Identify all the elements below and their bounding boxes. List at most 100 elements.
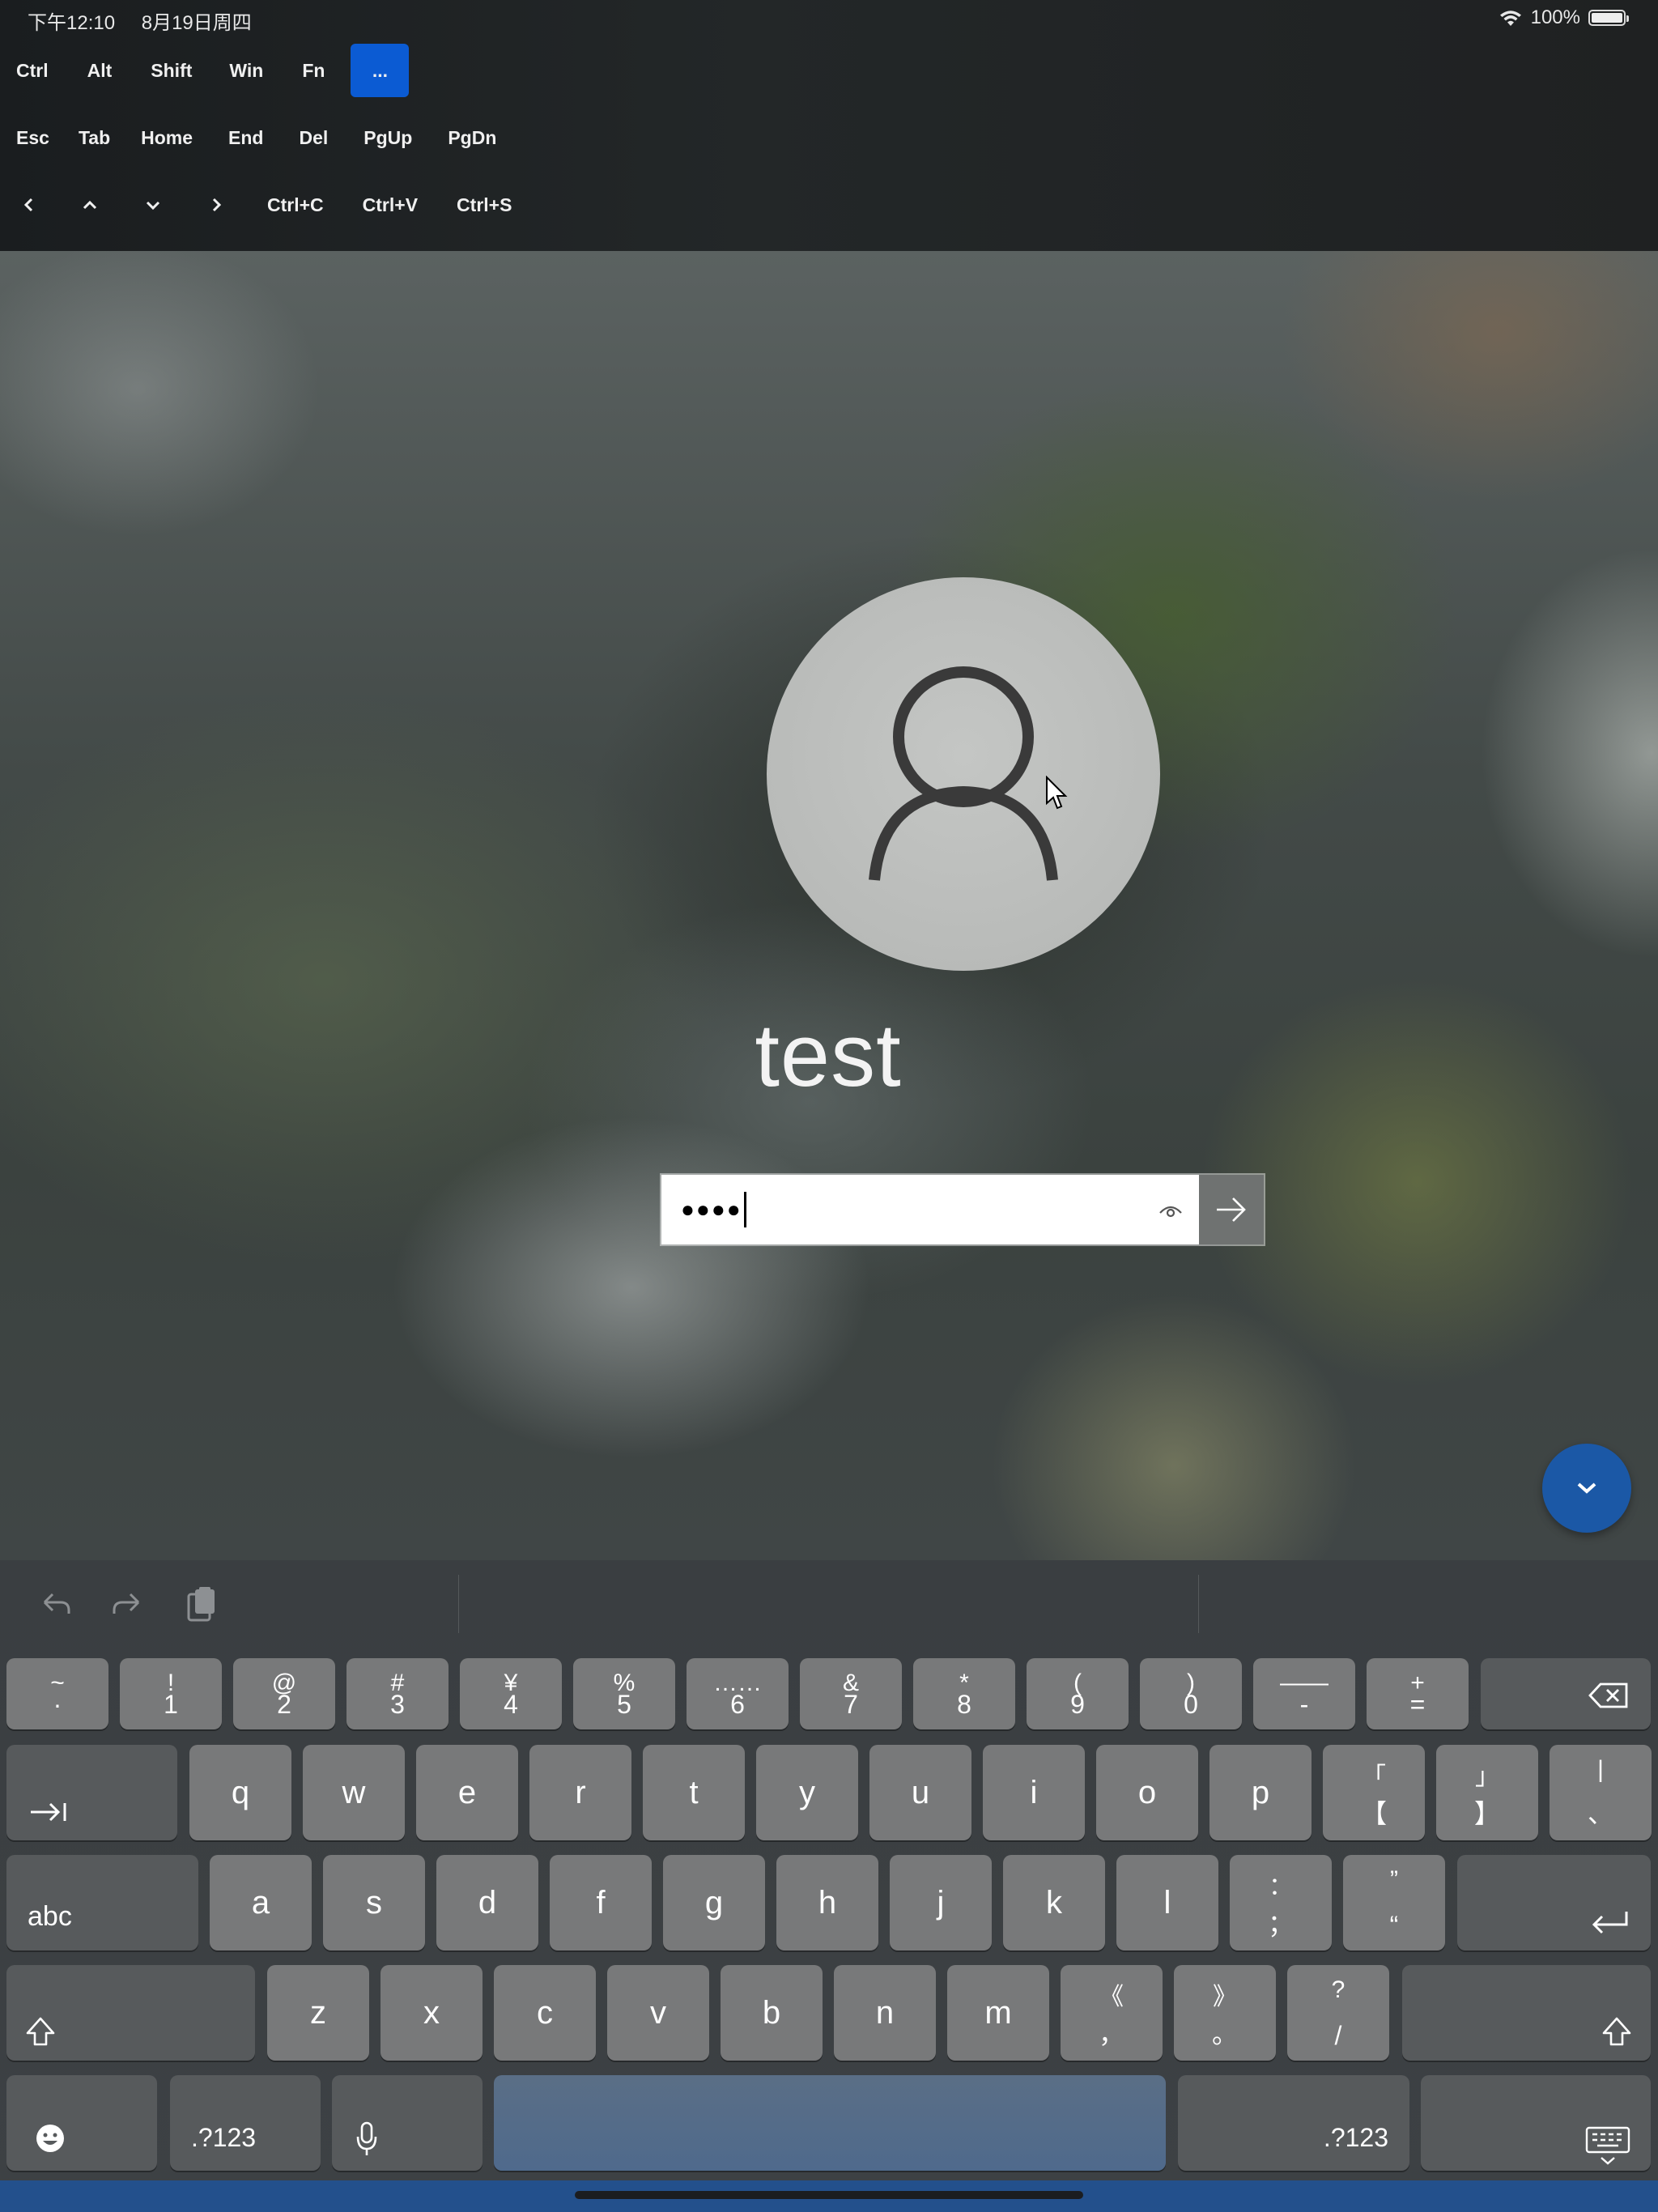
letter-key-e[interactable]: e: [416, 1745, 518, 1840]
letter-key-l[interactable]: l: [1116, 1855, 1218, 1950]
symbol-key[interactable]: 》。: [1174, 1965, 1276, 2061]
symbol-key[interactable]: ? /: [1287, 1965, 1389, 2061]
letter-key-q[interactable]: q: [189, 1745, 291, 1840]
backspace-key[interactable]: [1481, 1658, 1651, 1729]
letter-key-k[interactable]: k: [1003, 1855, 1105, 1950]
onscreen-keyboard: abc .?123 .?123 ~ · ! 1 @ 2 # 3 ¥ 4 % 5 …: [0, 1560, 1658, 2212]
up-arrow-icon[interactable]: [58, 178, 121, 232]
letter-key-w[interactable]: w: [303, 1745, 405, 1840]
shift-icon: [26, 2017, 55, 2046]
password-mask: ●●●●: [681, 1197, 742, 1222]
mouse-pointer-icon: [1046, 776, 1068, 810]
letter-key-z[interactable]: z: [267, 1965, 369, 2061]
letter-key-s[interactable]: s: [323, 1855, 425, 1950]
ctrl-key[interactable]: Ctrl: [0, 44, 65, 97]
password-field[interactable]: ●●●●: [661, 1175, 1199, 1244]
emoji-icon: [36, 2125, 64, 2152]
end-key[interactable]: End: [210, 111, 281, 164]
letter-key-c[interactable]: c: [494, 1965, 596, 2061]
ctrl-c-shortcut[interactable]: Ctrl+C: [248, 178, 343, 232]
key-label: y: [799, 1774, 815, 1810]
ctrl-s-shortcut[interactable]: Ctrl+S: [437, 178, 531, 232]
fn-key[interactable]: Fn: [284, 44, 342, 97]
more-keys-button[interactable]: ...: [351, 44, 410, 97]
space-bar[interactable]: [494, 2075, 1166, 2171]
number-key[interactable]: …… 6: [687, 1658, 789, 1729]
number-key[interactable]: —— -: [1253, 1658, 1355, 1729]
letter-key-r[interactable]: r: [529, 1745, 631, 1840]
key-secondary-label: ：: [1269, 1874, 1293, 1900]
number-key[interactable]: @2: [233, 1658, 335, 1729]
letter-key-j[interactable]: j: [890, 1855, 992, 1950]
letter-key-h[interactable]: h: [776, 1855, 878, 1950]
symbol-key[interactable]: ” “: [1343, 1855, 1445, 1950]
emoji-key[interactable]: [6, 2075, 157, 2171]
toolbar-divider: [458, 1575, 459, 1633]
numbers-key-left[interactable]: .?123: [170, 2075, 321, 2171]
symbol-key[interactable]: ：；: [1230, 1855, 1332, 1950]
letter-key-n[interactable]: n: [834, 1965, 936, 2061]
return-key[interactable]: [1457, 1855, 1651, 1950]
shift-right-key[interactable]: [1402, 1965, 1651, 2061]
undo-icon[interactable]: [36, 1585, 75, 1623]
number-key[interactable]: ¥4: [460, 1658, 562, 1729]
number-key[interactable]: #3: [346, 1658, 449, 1729]
shift-icon: [1602, 2017, 1631, 2046]
submit-button[interactable]: [1199, 1175, 1264, 1244]
toolbar-row-modifiers: Ctrl Alt Shift Win Fn ...: [0, 42, 410, 99]
clipboard-icon[interactable]: [182, 1585, 221, 1623]
pgdn-key[interactable]: PgDn: [430, 111, 514, 164]
abc-key[interactable]: abc: [6, 1855, 198, 1950]
hide-toolbar-button[interactable]: [1542, 1444, 1631, 1533]
dictation-key[interactable]: [332, 2075, 483, 2171]
letter-key-o[interactable]: o: [1096, 1745, 1198, 1840]
dismiss-keyboard-key[interactable]: [1421, 2075, 1651, 2171]
del-key[interactable]: Del: [281, 111, 346, 164]
letter-key-f[interactable]: f: [550, 1855, 652, 1950]
letter-key-u[interactable]: u: [869, 1745, 971, 1840]
number-key[interactable]: (9: [1027, 1658, 1129, 1729]
symbol-key[interactable]: 「【: [1323, 1745, 1425, 1840]
letter-key-a[interactable]: a: [210, 1855, 312, 1950]
left-arrow-icon[interactable]: [0, 178, 58, 232]
letter-key-i[interactable]: i: [983, 1745, 1085, 1840]
esc-key[interactable]: Esc: [0, 111, 66, 164]
down-arrow-icon[interactable]: [121, 178, 185, 232]
key-primary-label: ·: [53, 1690, 62, 1719]
number-key[interactable]: ) 0: [1140, 1658, 1242, 1729]
letter-key-v[interactable]: v: [607, 1965, 709, 2061]
letter-key-m[interactable]: m: [947, 1965, 1049, 2061]
pgup-key[interactable]: PgUp: [346, 111, 430, 164]
number-key[interactable]: + =: [1367, 1658, 1469, 1729]
letter-key-p[interactable]: p: [1209, 1745, 1312, 1840]
tab-key[interactable]: [6, 1745, 177, 1840]
letter-key-b[interactable]: b: [721, 1965, 823, 2061]
number-key[interactable]: ! 1: [120, 1658, 222, 1729]
number-key[interactable]: % 5: [573, 1658, 675, 1729]
number-key[interactable]: ~ ·: [6, 1658, 108, 1729]
key-primary-label: 0: [1184, 1690, 1198, 1719]
letter-key-g[interactable]: g: [663, 1855, 765, 1950]
eye-icon[interactable]: [1157, 1197, 1184, 1222]
redo-icon[interactable]: [108, 1585, 147, 1623]
home-key[interactable]: Home: [123, 111, 210, 164]
symbol-key[interactable]: 《，: [1061, 1965, 1163, 2061]
shift-left-key[interactable]: [6, 1965, 255, 2061]
key-label: u: [911, 1774, 930, 1810]
key-label: g: [704, 1884, 724, 1921]
shift-key[interactable]: Shift: [134, 44, 208, 97]
symbol-key[interactable]: 」】: [1436, 1745, 1538, 1840]
win-key[interactable]: Win: [208, 44, 284, 97]
tab-key[interactable]: Tab: [66, 111, 123, 164]
letter-key-d[interactable]: d: [436, 1855, 538, 1950]
number-key[interactable]: * 8: [913, 1658, 1015, 1729]
symbol-key[interactable]: |、: [1550, 1745, 1652, 1840]
right-arrow-icon[interactable]: [185, 178, 248, 232]
numbers-key-right[interactable]: .?123: [1178, 2075, 1409, 2171]
alt-key[interactable]: Alt: [65, 44, 135, 97]
letter-key-t[interactable]: t: [643, 1745, 745, 1840]
ctrl-v-shortcut[interactable]: Ctrl+V: [343, 178, 437, 232]
number-key[interactable]: & 7: [800, 1658, 902, 1729]
letter-key-y[interactable]: y: [756, 1745, 858, 1840]
letter-key-x[interactable]: x: [380, 1965, 483, 2061]
